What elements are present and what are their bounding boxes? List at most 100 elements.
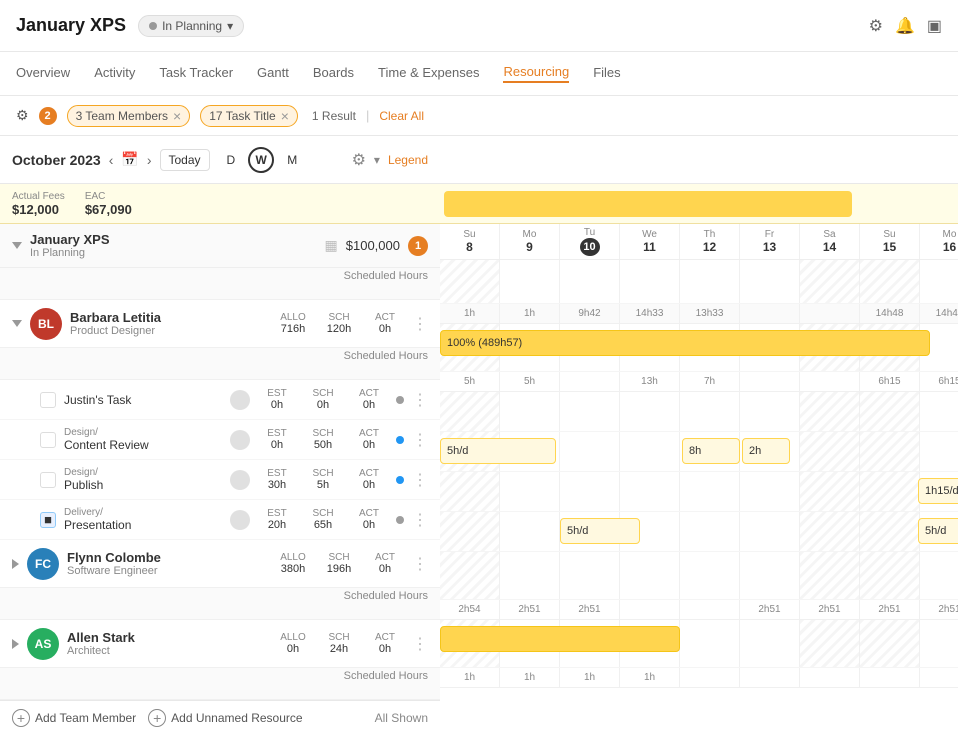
add-team-member-btn[interactable]: + Add Team Member — [12, 709, 136, 727]
barbara-avatar: BL — [30, 308, 62, 340]
cal-chevron-icon[interactable]: ▾ — [374, 153, 380, 167]
filter-chip-team: 3 Team Members × — [67, 105, 191, 127]
barbara-collapse-icon[interactable] — [12, 320, 22, 327]
resource-rows: January XPS In Planning ▦ $100,000 1 Sch… — [0, 224, 440, 700]
task-more-pub[interactable]: ⋮ — [412, 470, 428, 490]
gantt-bar-5h/d: 5h/d — [918, 518, 958, 544]
task-assignee-cr — [230, 430, 250, 450]
tab-gantt[interactable]: Gantt — [257, 65, 289, 82]
cal-prev-btn[interactable]: ‹ — [109, 152, 114, 168]
layout-icon[interactable]: ▣ — [927, 16, 942, 36]
barbara-more-btn[interactable]: ⋮ — [412, 314, 428, 334]
proj-name: January XPS — [30, 232, 317, 247]
project-collapse-icon[interactable] — [12, 242, 22, 249]
eac-fees: EAC $67,090 — [85, 191, 132, 217]
gantt-bar-5h/d: 5h/d — [560, 518, 640, 544]
member-row-allen[interactable]: AS Allen Stark Architect ALLO 0h SCH 24h — [0, 620, 440, 668]
right-panel: Su8Mo9Tu10We11Th12Fr13Sa14Su15Mo16Tu17We… — [440, 136, 958, 735]
date-cell-14: Sa14 — [800, 224, 860, 259]
gantt-bar-row: 5h/d8h2h — [440, 432, 958, 472]
task-info-pres: Delivery/ Presentation — [64, 507, 222, 532]
task-more-pres[interactable]: ⋮ — [412, 510, 428, 530]
top-icons: ⚙ 🔔 ▣ — [869, 16, 942, 36]
grid-icon: ▦ — [325, 237, 338, 254]
tab-time-expenses[interactable]: Time & Expenses — [378, 65, 479, 82]
flynn-name: Flynn Colombe — [67, 550, 266, 565]
clear-all-button[interactable]: Clear All — [379, 109, 424, 123]
task-stats-cr: EST 0h SCH 50h ACT 0h — [258, 428, 388, 451]
hours-row: 5h5h13h7h6h156h156h156h15 — [440, 372, 958, 392]
filter-result: 1 Result — [312, 109, 356, 123]
allen-name: Allen Stark — [67, 630, 266, 645]
cal-icon-btn[interactable]: 📅 — [121, 151, 138, 168]
status-badge[interactable]: In Planning ▾ — [138, 15, 244, 37]
flynn-info: Flynn Colombe Software Engineer — [67, 550, 266, 577]
task-name-publish: Publish — [64, 478, 222, 492]
filter-icon[interactable]: ⚙ — [16, 107, 29, 124]
cal-next-btn[interactable]: › — [147, 152, 152, 168]
barbara-name: Barbara Letitia — [70, 310, 266, 325]
view-month-btn[interactable]: M — [278, 149, 306, 171]
cal-settings-icon[interactable]: ⚙ — [352, 150, 366, 170]
allen-expand-icon[interactable] — [12, 639, 19, 649]
task-row-publish: Design/ Publish EST 30h SCH 5h ACT 0 — [0, 460, 440, 500]
member-row-barbara[interactable]: BL Barbara Letitia Product Designer ALLO… — [0, 300, 440, 348]
hours-row: 1h1h9h4214h3313h3314h4814h4814h4814h4814… — [440, 304, 958, 324]
task-check-pres[interactable]: ■ — [40, 512, 56, 528]
gantt-bar-row: 1h15/d — [440, 472, 958, 512]
filter-chip-task: 17 Task Title × — [200, 105, 298, 127]
project-info: January XPS In Planning — [30, 232, 317, 259]
task-assignee-pub — [230, 470, 250, 490]
allen-more-btn[interactable]: ⋮ — [412, 634, 428, 654]
date-cell-8: Su8 — [440, 224, 500, 259]
calendar-header: October 2023 ‹ 📅 › Today D W M ⚙ ▾ Legen… — [0, 136, 440, 184]
proj-status: In Planning — [30, 247, 317, 259]
gantt-bar-100% (489h57): 100% (489h57) — [440, 330, 930, 356]
tab-activity[interactable]: Activity — [94, 65, 135, 82]
flynn-avatar: FC — [27, 548, 59, 580]
barbara-allo: ALLO 716h — [274, 312, 312, 335]
filter-bar: ⚙ 2 3 Team Members × 17 Task Title × 1 R… — [0, 96, 958, 136]
tab-resourcing[interactable]: Resourcing — [503, 64, 569, 83]
gantt-bar-row — [440, 260, 958, 304]
tab-files[interactable]: Files — [593, 65, 620, 82]
left-panel: October 2023 ‹ 📅 › Today D W M ⚙ ▾ Legen… — [0, 136, 440, 735]
gantt-bar-5h/d: 5h/d — [440, 438, 556, 464]
tab-boards[interactable]: Boards — [313, 65, 354, 82]
task-dot-pres — [396, 516, 404, 524]
tab-task-tracker[interactable]: Task Tracker — [159, 65, 233, 82]
barbara-scheduled-hours: Scheduled Hours — [0, 348, 440, 380]
gantt-bar- — [440, 626, 680, 652]
task-check-content-review[interactable] — [40, 432, 56, 448]
add-unnamed-resource-btn[interactable]: + Add Unnamed Resource — [148, 709, 302, 727]
filter-chip-team-remove[interactable]: × — [173, 108, 181, 124]
bell-icon[interactable]: 🔔 — [895, 16, 915, 36]
tab-overview[interactable]: Overview — [16, 65, 70, 82]
task-name-content-review: Content Review — [64, 438, 222, 452]
project-title: January XPS — [16, 15, 126, 36]
member-row-flynn[interactable]: FC Flynn Colombe Software Engineer ALLO … — [0, 540, 440, 588]
flynn-expand-icon[interactable] — [12, 559, 19, 569]
task-check-justins[interactable] — [40, 392, 56, 408]
task-dot-cr — [396, 436, 404, 444]
task-more-justins[interactable]: ⋮ — [412, 390, 428, 410]
allen-info: Allen Stark Architect — [67, 630, 266, 657]
task-check-publish[interactable] — [40, 472, 56, 488]
view-week-btn[interactable]: W — [248, 147, 274, 173]
flynn-more-btn[interactable]: ⋮ — [412, 554, 428, 574]
view-day-btn[interactable]: D — [218, 149, 245, 171]
legend-button[interactable]: Legend — [388, 153, 428, 167]
filter-chip-task-remove[interactable]: × — [281, 108, 289, 124]
add-unnamed-plus-icon: + — [148, 709, 166, 727]
task-dot-justins — [396, 396, 404, 404]
task-assignee-pres — [230, 510, 250, 530]
task-more-cr[interactable]: ⋮ — [412, 430, 428, 450]
fees-row-left: Actual Fees $12,000 EAC $67,090 — [0, 184, 440, 224]
cal-month: October 2023 — [12, 152, 101, 168]
actual-fees-label: Actual Fees — [12, 191, 65, 202]
fees-bar — [444, 191, 852, 217]
settings-icon[interactable]: ⚙ — [869, 16, 883, 36]
today-button[interactable]: Today — [160, 149, 210, 171]
eac-label: EAC — [85, 191, 132, 202]
hours-row: 1h1h1h1h — [440, 668, 958, 688]
